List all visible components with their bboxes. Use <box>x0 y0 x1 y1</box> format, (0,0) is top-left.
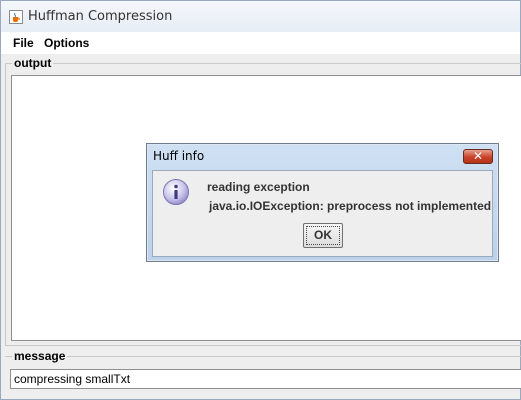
ok-button-label: OK <box>306 226 340 245</box>
window-title: Huffman Compression <box>28 9 173 24</box>
ok-button[interactable]: OK <box>303 223 343 248</box>
close-icon: ✕ <box>472 149 484 163</box>
dialog-message-heading: reading exception <box>207 180 310 194</box>
dialog-body: reading exception java.io.IOException: p… <box>152 170 493 257</box>
close-button[interactable]: ✕ <box>463 149 493 164</box>
dialog-title: Huff info <box>153 149 205 163</box>
menu-file[interactable]: File <box>13 36 34 50</box>
info-dialog: Huff info ✕ reading exception java.io.IO… <box>146 143 499 262</box>
message-field[interactable]: compressing smallTxt <box>10 369 521 389</box>
menu-bar: File Options <box>1 32 520 54</box>
message-label: message <box>12 349 68 363</box>
java-coffee-icon <box>9 10 23 24</box>
info-icon <box>162 178 190 209</box>
menu-options[interactable]: Options <box>44 36 89 50</box>
output-label: output <box>12 56 54 70</box>
dialog-message-detail: java.io.IOException: preprocess not impl… <box>209 199 492 213</box>
title-bar[interactable]: Huffman Compression <box>1 1 520 32</box>
